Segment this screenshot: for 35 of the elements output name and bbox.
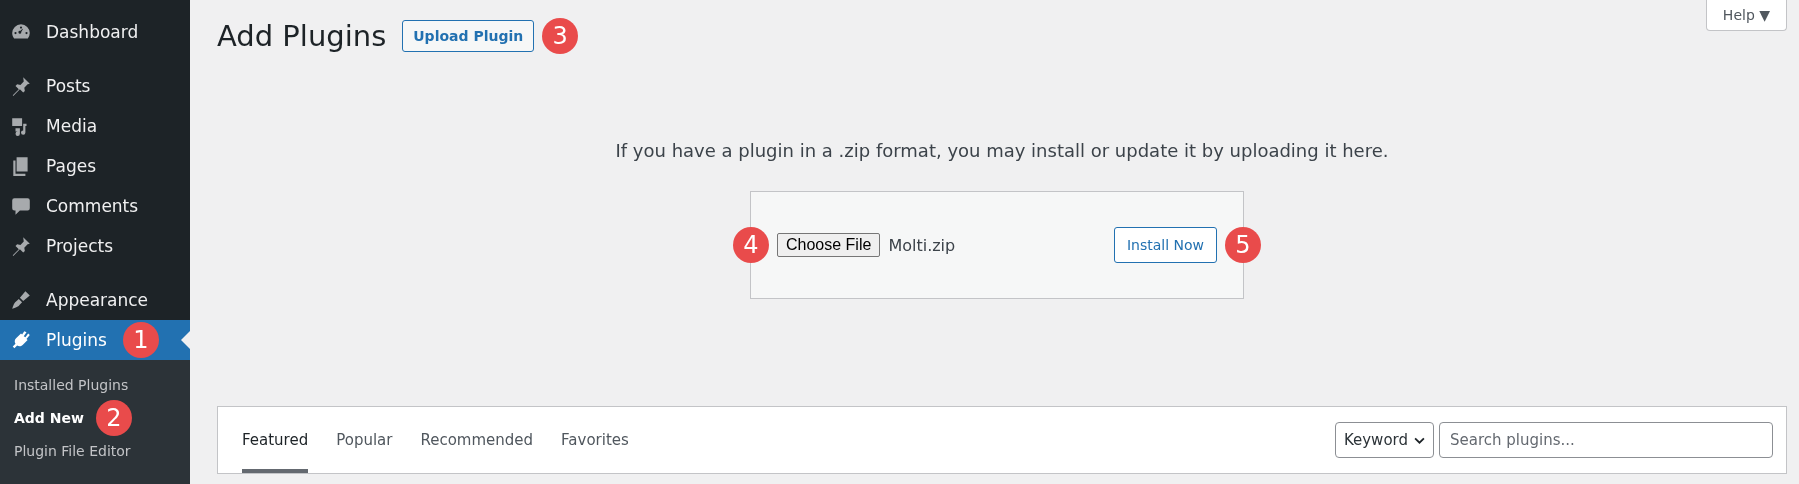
chevron-down-icon bbox=[1414, 436, 1425, 444]
step-number-badge: 4 bbox=[733, 227, 769, 263]
upload-instructions: If you have a plugin in a .zip format, you may install or update it by uploading it here. bbox=[614, 140, 1390, 161]
submenu-item[interactable]: Plugin File Editor bbox=[14, 442, 131, 459]
pushpin-icon bbox=[10, 75, 32, 97]
submenu-item[interactable]: Add New bbox=[14, 409, 84, 426]
menu-item[interactable]: Dashboard bbox=[0, 12, 190, 52]
step-number-badge: 3 bbox=[542, 18, 579, 54]
filter-tab[interactable]: Popular bbox=[336, 407, 393, 473]
filter-tab[interactable]: Recommended bbox=[420, 407, 534, 473]
filter-tab[interactable]: Favorites bbox=[561, 407, 629, 473]
upload-plugin-button[interactable]: Upload Plugin bbox=[402, 20, 535, 52]
submenu-item[interactable]: Installed Plugins bbox=[14, 376, 129, 393]
menu-item[interactable]: Comments bbox=[0, 186, 190, 226]
choose-file-button[interactable]: Choose File bbox=[777, 233, 881, 257]
step-number-badge: 2 bbox=[95, 399, 132, 436]
step-number-badge: 5 bbox=[1225, 227, 1261, 263]
menu-item[interactable]: Posts bbox=[0, 66, 190, 106]
menu-item[interactable]: Plugins 1 bbox=[0, 320, 190, 360]
speech-bubble-icon bbox=[10, 195, 32, 217]
plug-icon bbox=[10, 329, 32, 351]
filter-tab[interactable]: Featured bbox=[242, 407, 309, 473]
paintbrush-icon bbox=[10, 289, 32, 311]
menu-item[interactable]: Media bbox=[0, 106, 190, 146]
pushpin-icon bbox=[10, 235, 32, 257]
menu-item[interactable]: Appearance bbox=[0, 280, 190, 320]
step-number-badge: 1 bbox=[122, 322, 159, 358]
help-button[interactable]: Help ▼ bbox=[1705, 0, 1787, 31]
menu-item[interactable]: Pages bbox=[0, 146, 190, 186]
page-title: Add Plugins bbox=[217, 19, 387, 53]
menu-item[interactable]: Projects bbox=[0, 226, 190, 266]
install-now-button[interactable]: Install Now bbox=[1113, 227, 1217, 263]
search-type-dropdown[interactable]: Keyword bbox=[1334, 422, 1434, 458]
file-name: Molti.zip bbox=[888, 235, 956, 255]
search-field[interactable]: Search plugins... bbox=[1439, 422, 1773, 458]
